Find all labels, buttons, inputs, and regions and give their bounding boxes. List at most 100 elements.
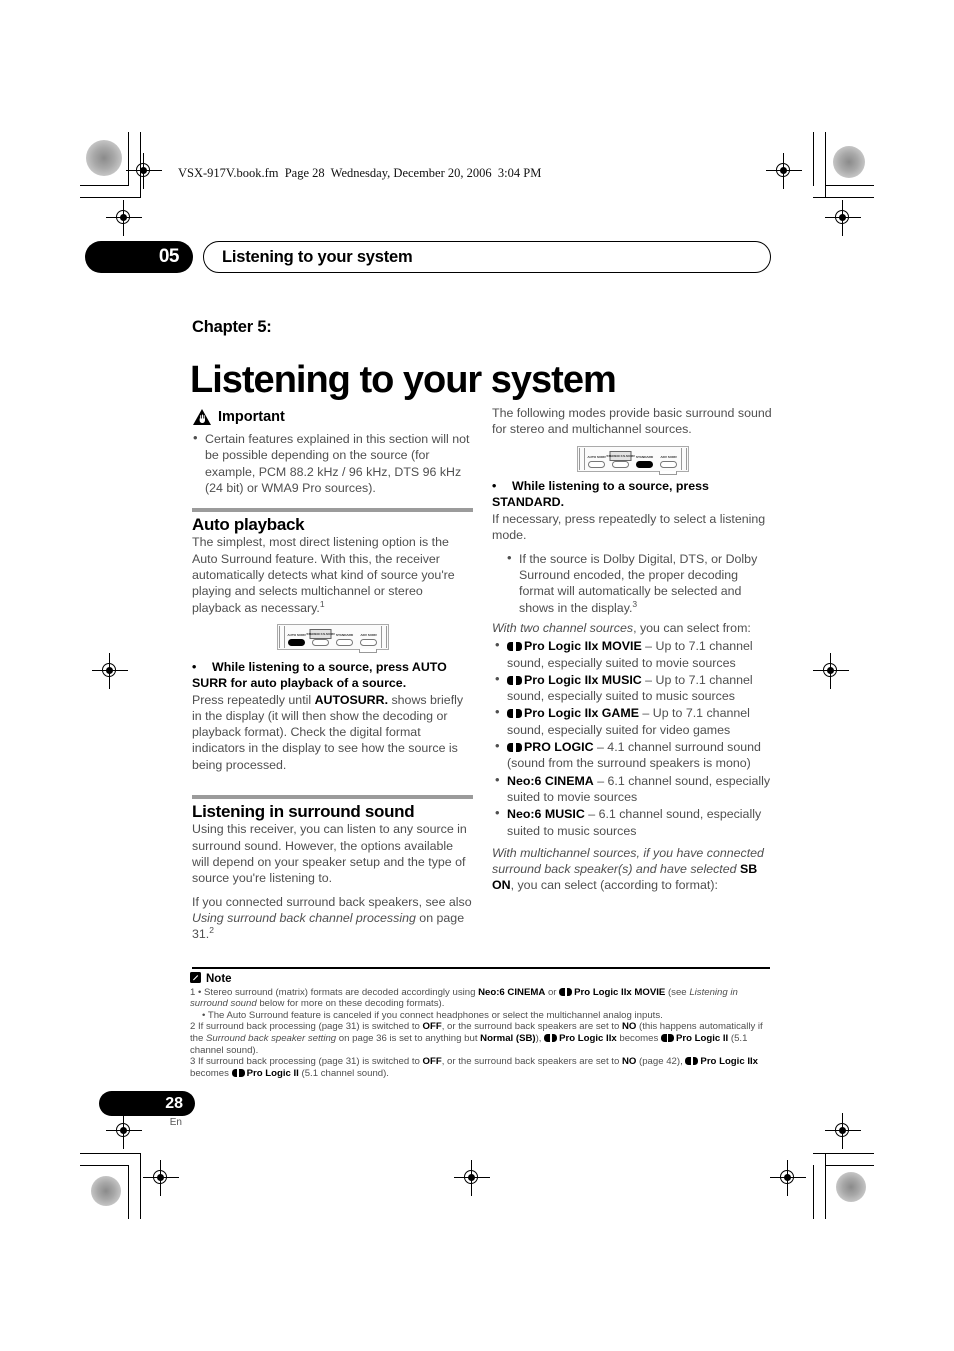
crop-mark-line: [128, 132, 129, 186]
footnote-ref-1: 1: [319, 598, 325, 609]
fn1-bold-1: Neo:6 CINEMA: [478, 986, 546, 998]
panel-button-auto-surr: AUTO SURR: [286, 631, 307, 646]
auto-playback-action-text: While listening to a source, press AUTO …: [192, 659, 447, 691]
registration-mark: [106, 200, 142, 236]
panel-button-caption: AUTO SURR: [586, 454, 606, 459]
list-item: Neo:6 CINEMA – 6.1 channel sound, especi…: [492, 772, 773, 806]
registration-mark: [92, 653, 128, 689]
dolby-double-d-icon: [507, 709, 522, 719]
mode-name: Pro Logic IIx GAME: [524, 706, 639, 721]
panel-button-auto-surr: AUTO SURR: [586, 453, 607, 468]
mode-name: PRO LOGIC: [524, 740, 594, 755]
footnote-ref-2: 2: [209, 925, 214, 935]
dolby-double-d-icon: [559, 987, 573, 996]
fn1-tail: below for more on these decoding formats…: [256, 998, 445, 1010]
fn2-b5: Pro Logic II: [675, 1032, 729, 1044]
section-rule: [192, 508, 473, 513]
panel-button-caption: STEREO/ F.S.SURR: [306, 628, 335, 639]
panel-button-caption: STANDARD: [336, 632, 354, 637]
two-channel-lead-italic: With two channel sources: [492, 620, 634, 635]
crop-mark-line: [825, 1153, 826, 1219]
mode-name: Neo:6 CINEMA: [507, 773, 594, 788]
registration-mark: [770, 1160, 806, 1196]
mode-name: Pro Logic IIx MUSIC: [524, 672, 642, 687]
fn2-b3: Normal (SB): [480, 1032, 536, 1044]
crop-mark-line: [80, 185, 129, 186]
dolby-double-d-icon: [507, 675, 522, 685]
crop-mark-line: [128, 1165, 129, 1219]
crop-mark-line: [813, 132, 814, 186]
footnotes: Note 1 • Stereo surround (matrix) format…: [190, 972, 770, 1079]
multichannel-lead-rest: , you can select (according to format):: [510, 878, 718, 893]
standard-sub-bullets: If the source is Dolby Digital, DTS, or …: [506, 550, 773, 616]
chapter-kicker: Chapter 5:: [192, 318, 272, 336]
fn2-b1: OFF: [422, 1021, 442, 1033]
list-item: PRO LOGIC – 4.1 channel surround sound (…: [492, 738, 773, 772]
para2-pre: If you connected surround back speakers,…: [192, 894, 472, 909]
fn3-p3: (page 42),: [636, 1056, 686, 1068]
follow-up-pre: Press repeatedly until: [192, 692, 315, 707]
fn2-p2: , or the surround back speakers are set …: [441, 1021, 622, 1033]
fn3-p2: , or the surround back speakers are set …: [441, 1056, 622, 1068]
panel-key-adv-surr: [360, 638, 378, 646]
halftone-dot-top-left: [86, 140, 122, 176]
panel-edge-right: [680, 447, 687, 470]
fn3-b1: OFF: [422, 1056, 442, 1068]
list-item: Pro Logic IIx MOVIE – Up to 7.1 channel …: [492, 637, 773, 671]
panel-button-standard: STANDARD: [334, 631, 355, 646]
page-title: Listening to your system: [190, 359, 617, 402]
panel-buttons: AUTO SURR STEREO/ F.S.SURR STANDARD ADV …: [286, 626, 380, 648]
panel-button-adv-surr: ADV SURR: [358, 631, 379, 646]
footnote-ref-3: 3: [632, 598, 638, 609]
dolby-double-d-icon: [660, 1033, 674, 1042]
listening-modes-list: Pro Logic IIx MOVIE – Up to 7.1 channel …: [492, 637, 773, 839]
standard-action: • While listening to a source, press STAN…: [492, 478, 773, 511]
section-heading-auto-playback: Auto playback: [192, 515, 305, 535]
manual-page: VSX-917V.book.fm Page 28 Wednesday, Dece…: [0, 0, 954, 1351]
registration-mark: [143, 1160, 179, 1196]
registration-mark: [825, 200, 861, 236]
panel-button-standard: STANDARD: [634, 453, 655, 468]
registration-mark: [766, 153, 802, 189]
panel-key-stereo: [611, 460, 629, 468]
dolby-double-d-icon: [544, 1033, 558, 1042]
panel-edge-left: [578, 447, 585, 470]
important-heading: Important: [192, 408, 473, 426]
panel-tab: [658, 470, 677, 475]
running-head: 05 Listening to your system: [85, 241, 771, 273]
file-info-header: VSX-917V.book.fm Page 28 Wednesday, Dece…: [178, 166, 542, 180]
left-column: Important Certain features explained in …: [192, 408, 473, 942]
auto-playback-body: The simplest, most direct listening opti…: [192, 534, 473, 615]
para2-italic-reference: Using surround back channel processing: [192, 910, 416, 925]
crop-mark-line: [813, 1165, 814, 1219]
panel-button-adv-surr: ADV SURR: [658, 453, 679, 468]
standard-action-text: While listening to a source, press STAND…: [492, 478, 709, 509]
important-label: Important: [218, 408, 285, 425]
fn1-post: (see: [665, 986, 690, 998]
fn2-p6: becomes: [616, 1032, 661, 1044]
fn1-mid: or: [545, 986, 560, 998]
mode-name: Neo:6 MUSIC: [507, 807, 585, 822]
list-item: Pro Logic IIx MUSIC – Up to 7.1 channel …: [492, 671, 773, 705]
panel-key-adv-surr: [660, 460, 678, 468]
note-heading: Note: [190, 972, 770, 987]
halftone-dot-top-right: [833, 146, 865, 178]
dolby-double-d-icon: [507, 642, 522, 652]
fn1-bold-2: Pro Logic IIx MOVIE: [574, 986, 666, 998]
crop-mark-line: [825, 132, 826, 198]
chapter-number-badge: 05: [85, 241, 193, 273]
panel-edge-left: [278, 625, 285, 648]
list-item: If the source is Dolby Digital, DTS, or …: [506, 550, 773, 616]
panel-key-stereo: [311, 638, 329, 646]
crop-mark-line: [813, 197, 874, 198]
multichannel-lead-italic: With multichannel sources, if you have c…: [492, 845, 764, 877]
receiver-button-panel-auto-surr: AUTO SURR STEREO/ F.S.SURR STANDARD ADV …: [276, 623, 389, 653]
panel-key-auto-surr: [287, 638, 305, 646]
section-rule: [192, 795, 473, 800]
footnote-divider: [192, 967, 770, 969]
page-language-label: En: [169, 1117, 182, 1128]
multichannel-lead: With multichannel sources, if you have c…: [492, 845, 773, 894]
crop-mark-line: [825, 185, 874, 186]
registration-mark: [825, 1113, 861, 1149]
auto-playback-follow-up: Press repeatedly until AUTOSURR. shows b…: [192, 692, 473, 773]
